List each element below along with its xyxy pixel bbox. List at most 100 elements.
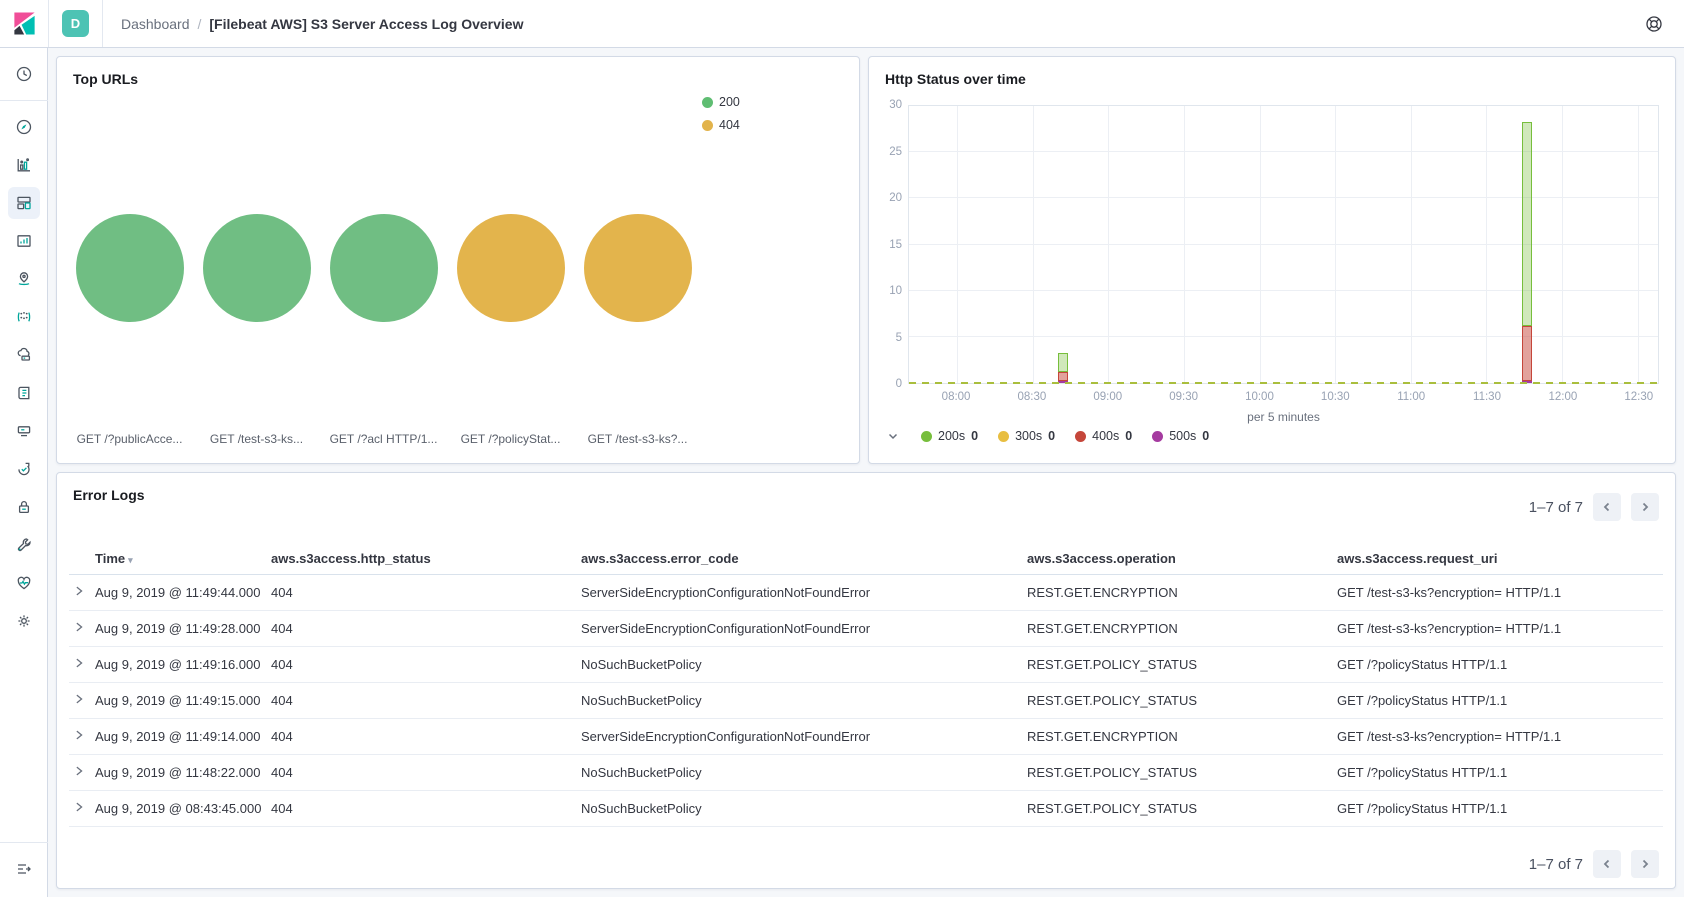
column-header[interactable]: aws.s3access.request_uri [1333, 543, 1663, 575]
expand-row-icon[interactable] [73, 729, 85, 741]
panel-http-status: Http Status over time 051015202530 08:00… [868, 56, 1676, 464]
cell-request-uri: GET /?policyStatus HTTP/1.1 [1333, 755, 1663, 791]
cell-error-code: NoSuchBucketPolicy [577, 683, 1023, 719]
bar-segment-200s[interactable] [1058, 353, 1068, 371]
sidebar-item-stack-monitoring[interactable] [8, 567, 40, 599]
http-status-legend: 200s 0 300s 0 400s 0 500s 0 [885, 428, 1209, 444]
sidebar-item-dashboard[interactable] [8, 187, 40, 219]
legend-dot-icon [998, 431, 1009, 442]
sidebar-item-infrastructure[interactable] [8, 339, 40, 371]
legend-count: 0 [971, 429, 978, 443]
sidebar-divider [0, 100, 48, 101]
expand-row-icon[interactable] [73, 657, 85, 669]
bubble-label[interactable]: GET /test-s3-ks... [193, 432, 320, 446]
y-tick-label: 15 [889, 239, 902, 251]
sidebar-item-machine-learning[interactable] [8, 301, 40, 333]
cloud-icon [15, 346, 33, 364]
legend-item-200[interactable]: 200 [702, 95, 740, 109]
x-tick-label: 09:00 [1093, 391, 1122, 403]
sidebar-item-management[interactable] [8, 605, 40, 637]
legend-label: 200s [938, 429, 965, 443]
cell-request-uri: GET /?policyStatus HTTP/1.1 [1333, 683, 1663, 719]
cell-error-code: ServerSideEncryptionConfigurationNotFoun… [577, 719, 1023, 755]
bubble-200[interactable] [76, 214, 184, 322]
legend-label: 500s [1169, 429, 1196, 443]
bubble-label[interactable]: GET /?policyStat... [447, 432, 574, 446]
bar-segment-400s[interactable] [1522, 326, 1532, 381]
bubble-label[interactable]: GET /?acl HTTP/1... [320, 432, 447, 446]
help-icon [1645, 15, 1663, 33]
previous-page-button[interactable] [1593, 493, 1621, 521]
http-bar[interactable] [1522, 106, 1532, 383]
compass-icon [15, 118, 33, 136]
collapse-sidebar-button[interactable] [8, 853, 40, 885]
legend-item-404[interactable]: 404 [702, 118, 740, 132]
chevron-right-icon [1639, 858, 1651, 870]
expand-row-icon[interactable] [73, 621, 85, 633]
expand-row-icon[interactable] [73, 765, 85, 777]
column-header[interactable]: aws.s3access.error_code [577, 543, 1023, 575]
map-pin-icon [15, 270, 33, 288]
expand-row-icon[interactable] [73, 801, 85, 813]
cell-request-uri: GET /?policyStatus HTTP/1.1 [1333, 647, 1663, 683]
sidebar-item-logs[interactable] [8, 377, 40, 409]
clock-icon [15, 65, 33, 83]
previous-page-button[interactable] [1593, 850, 1621, 878]
bubble-404[interactable] [457, 214, 565, 322]
column-header[interactable]: aws.s3access.http_status [267, 543, 577, 575]
bubble-200[interactable] [330, 214, 438, 322]
bubble-label[interactable]: GET /?publicAcce... [66, 432, 193, 446]
zero-baseline [909, 382, 1658, 384]
sidebar-item-uptime[interactable] [8, 453, 40, 485]
sidebar-item-recent[interactable] [8, 58, 40, 90]
gear-icon [15, 612, 33, 630]
cell-request-uri: GET /test-s3-ks?encryption= HTTP/1.1 [1333, 575, 1663, 611]
bubble-200[interactable] [203, 214, 311, 322]
sidebar-item-dev-tools[interactable] [8, 529, 40, 561]
bar-segment-400s[interactable] [1058, 372, 1068, 381]
legend-count: 0 [1048, 429, 1055, 443]
topbar-divider [48, 0, 49, 47]
cell-http-status: 404 [267, 611, 577, 647]
legend-item-400s[interactable]: 400s 0 [1075, 429, 1132, 443]
legend-collapse-button[interactable] [885, 428, 901, 444]
column-header[interactable]: Time▾ [91, 543, 267, 575]
y-axis-labels: 051015202530 [869, 105, 902, 384]
cell-http-status: 404 [267, 755, 577, 791]
panel-top-urls: Top URLs 200 404 GET /?publicAcce...GET … [56, 56, 860, 464]
cell-time: Aug 9, 2019 @ 11:49:16.000 [91, 647, 267, 683]
cell-operation: REST.GET.ENCRYPTION [1023, 575, 1333, 611]
sidebar-item-apm[interactable] [8, 415, 40, 447]
cell-request-uri: GET /test-s3-ks?encryption= HTTP/1.1 [1333, 611, 1663, 647]
sidebar-item-siem[interactable] [8, 491, 40, 523]
bar-segment-200s[interactable] [1522, 122, 1532, 325]
expand-row-icon[interactable] [73, 585, 85, 597]
legend-item-300s[interactable]: 300s 0 [998, 429, 1055, 443]
sidebar-item-canvas[interactable] [8, 225, 40, 257]
next-page-button[interactable] [1631, 850, 1659, 878]
breadcrumb-dashboard-link[interactable]: Dashboard [121, 16, 190, 32]
legend-dot-icon [1152, 431, 1163, 442]
expand-row-icon[interactable] [73, 693, 85, 705]
cell-time: Aug 9, 2019 @ 11:48:22.000 [91, 755, 267, 791]
bubble-404[interactable] [584, 214, 692, 322]
wrench-icon [15, 536, 33, 554]
table-row: Aug 9, 2019 @ 11:49:44.000 404 ServerSid… [69, 575, 1663, 611]
http-bar[interactable] [1058, 106, 1068, 383]
sidebar-item-discover[interactable] [8, 111, 40, 143]
next-page-button[interactable] [1631, 493, 1659, 521]
sidebar-item-maps[interactable] [8, 263, 40, 295]
chevron-right-icon [1639, 501, 1651, 513]
legend-item-500s[interactable]: 500s 0 [1152, 429, 1209, 443]
cell-error-code: NoSuchBucketPolicy [577, 647, 1023, 683]
help-menu-button[interactable] [1638, 8, 1670, 40]
cell-time: Aug 9, 2019 @ 11:49:28.000 [91, 611, 267, 647]
bubble-label[interactable]: GET /test-s3-ks?... [574, 432, 701, 446]
sidebar-item-visualize[interactable] [8, 149, 40, 181]
space-avatar[interactable]: D [62, 10, 89, 37]
canvas-icon [15, 232, 33, 250]
kibana-logo[interactable] [0, 0, 48, 47]
dashboard-icon [15, 194, 33, 212]
column-header[interactable]: aws.s3access.operation [1023, 543, 1333, 575]
legend-item-200s[interactable]: 200s 0 [921, 429, 978, 443]
